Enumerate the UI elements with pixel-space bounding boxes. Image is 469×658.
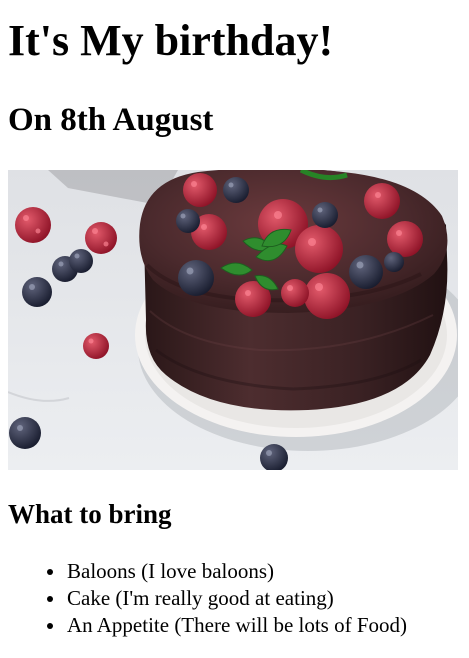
bring-list: Baloons (I love baloons) Cake (I'm reall… xyxy=(8,558,407,639)
birthday-cake-image xyxy=(8,170,458,470)
birthday-date: On 8th August xyxy=(8,102,214,138)
bullet-icon xyxy=(47,623,53,629)
bullet-icon xyxy=(47,596,53,602)
bring-list-item: Cake (I'm really good at eating) xyxy=(47,585,407,612)
bring-item-cake: Cake (I'm really good at eating) xyxy=(67,586,334,610)
bring-item-appetite: An Appetite (There will be lots of Food) xyxy=(67,613,408,637)
bring-item-balloons: Baloons (I love baloons) xyxy=(67,559,275,583)
bring-list-item: An Appetite (There will be lots of Food) xyxy=(47,612,408,639)
what-to-bring-heading: What to bring xyxy=(8,499,172,529)
bullet-icon xyxy=(47,569,53,575)
bring-list-item: Baloons (I love baloons) xyxy=(47,558,407,585)
page-title: It's My birthday! xyxy=(8,16,334,65)
